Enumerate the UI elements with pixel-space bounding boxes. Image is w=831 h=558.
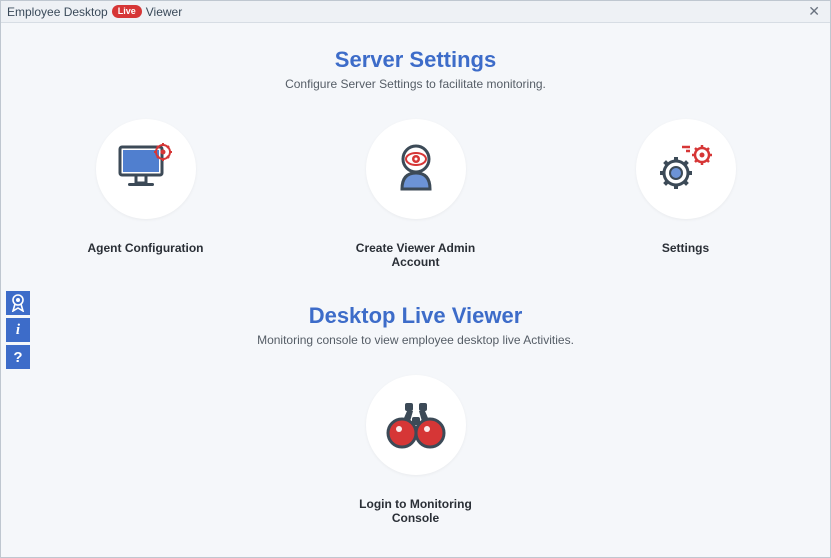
award-icon	[10, 294, 26, 312]
close-button[interactable]: ✕	[804, 3, 824, 20]
create-admin-label: Create Viewer Admin Account	[336, 241, 496, 269]
award-button[interactable]	[6, 291, 30, 315]
info-icon: i	[16, 322, 20, 339]
agent-configuration-label: Agent Configuration	[88, 241, 204, 255]
create-admin-icon-circle	[366, 119, 466, 219]
server-settings-title: Server Settings	[1, 47, 830, 73]
agent-configuration-icon-circle	[96, 119, 196, 219]
section-desktop-live: Desktop Live Viewer Monitoring console t…	[1, 303, 830, 525]
login-console-icon-circle	[366, 375, 466, 475]
gears-icon	[654, 141, 718, 197]
monitor-gear-icon	[114, 141, 178, 197]
settings-label: Settings	[662, 241, 709, 255]
title-pre: Employee Desktop	[7, 5, 108, 19]
main-window: Employee Desktop Live Viewer ✕ Server Se…	[0, 0, 831, 558]
live-badge: Live	[112, 5, 142, 18]
sidebar-buttons: i ?	[6, 291, 30, 369]
eye-user-icon	[388, 141, 444, 197]
content-area: Server Settings Configure Server Setting…	[1, 23, 830, 557]
tiles-row: Agent Configuration Create Viewer Admin …	[1, 119, 830, 269]
desktop-live-title: Desktop Live Viewer	[1, 303, 830, 329]
title-post: Viewer	[146, 5, 182, 19]
help-button[interactable]: ?	[6, 345, 30, 369]
login-tile-row: Login to Monitoring Console	[1, 375, 830, 525]
login-console-label: Login to Monitoring Console	[336, 497, 496, 525]
window-title: Employee Desktop Live Viewer	[7, 5, 182, 19]
desktop-live-subtitle: Monitoring console to view employee desk…	[1, 333, 830, 347]
help-icon: ?	[13, 349, 22, 366]
server-settings-subtitle: Configure Server Settings to facilitate …	[1, 77, 830, 91]
info-button[interactable]: i	[6, 318, 30, 342]
settings-icon-circle	[636, 119, 736, 219]
login-console-tile[interactable]: Login to Monitoring Console	[336, 375, 496, 525]
create-admin-tile[interactable]: Create Viewer Admin Account	[336, 119, 496, 269]
agent-configuration-tile[interactable]: Agent Configuration	[66, 119, 226, 269]
binoculars-icon	[385, 399, 447, 451]
titlebar: Employee Desktop Live Viewer ✕	[1, 1, 830, 23]
settings-tile[interactable]: Settings	[606, 119, 766, 269]
